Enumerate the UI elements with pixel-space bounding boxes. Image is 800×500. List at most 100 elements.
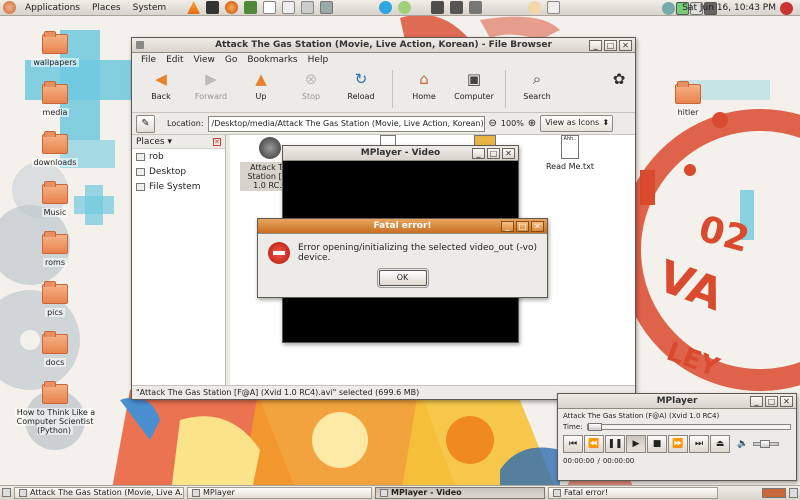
close-button[interactable]: ✕ <box>531 221 544 232</box>
system-monitor-launcher-icon[interactable] <box>244 1 258 14</box>
clock[interactable]: Sat Jun 16, 10:43 PM <box>682 0 776 16</box>
next-button[interactable]: ⏭ <box>689 435 709 453</box>
chat-launcher-icon[interactable] <box>398 1 412 14</box>
car-launcher-icon[interactable] <box>450 1 464 14</box>
menu-applications[interactable]: Applications <box>19 0 86 16</box>
file-item-readme[interactable]: Ahh.. Read Me.txt <box>540 135 600 171</box>
menu-bookmarks[interactable]: Bookmarks <box>242 55 302 65</box>
pause-button[interactable]: ❚❚ <box>605 435 625 453</box>
minimize-button[interactable]: _ <box>750 396 763 407</box>
home-button[interactable]: ⌂ Home <box>399 70 449 101</box>
desktop-icon-python-book[interactable]: How to Think Like a Computer Scientist (… <box>10 381 100 435</box>
menu-file[interactable]: File <box>136 55 161 65</box>
error-message: Error opening/initializing the selected … <box>298 243 537 263</box>
power-icon[interactable] <box>780 2 793 15</box>
maximize-button[interactable]: □ <box>604 40 617 51</box>
minimize-button[interactable]: _ <box>589 40 602 51</box>
maximize-button[interactable]: □ <box>487 148 500 159</box>
desktop-icon-downloads[interactable]: downloads <box>10 131 100 167</box>
menu-edit[interactable]: Edit <box>161 55 188 65</box>
close-sidebar-button[interactable]: ✕ <box>213 137 221 146</box>
seek-bar[interactable] <box>586 423 791 431</box>
firefox-launcher-icon[interactable] <box>225 1 239 14</box>
settings-launcher-icon[interactable] <box>320 1 334 14</box>
ubuntu-logo-icon[interactable] <box>3 1 16 14</box>
trash-launcher-icon[interactable] <box>547 1 561 14</box>
place-item-desktop[interactable]: Desktop <box>132 164 225 179</box>
vlc-launcher-icon[interactable] <box>187 1 201 14</box>
desktop-icon-pics[interactable]: pics <box>10 281 100 317</box>
place-item-file-system[interactable]: File System <box>132 179 225 194</box>
menu-view[interactable]: View <box>189 55 220 65</box>
toggle-location-edit-button[interactable]: ✎ <box>136 114 155 133</box>
maximize-button[interactable]: □ <box>765 396 778 407</box>
desktop-icon-hitler[interactable]: hitler <box>643 81 733 117</box>
fatal-error-titlebar[interactable]: Fatal error! _ □ ✕ <box>258 219 547 234</box>
play-button[interactable]: ▶ <box>626 435 646 453</box>
back-button[interactable]: ◀ Back <box>136 70 186 101</box>
desktop-icon-media[interactable]: media <box>10 81 100 117</box>
computer-button[interactable]: ▣ Computer <box>449 70 499 101</box>
location-input[interactable]: /Desktop/media/Attack The Gas Station (M… <box>207 115 485 132</box>
tray-app-icon[interactable] <box>662 2 675 15</box>
stop-button[interactable]: ■ <box>647 435 667 453</box>
menu-places[interactable]: Places <box>86 0 127 16</box>
pen-launcher-icon[interactable] <box>469 1 483 14</box>
menu-help[interactable]: Help <box>303 55 334 65</box>
show-desktop-icon[interactable] <box>2 488 11 497</box>
desktop-icon-music[interactable]: Music <box>10 181 100 217</box>
network-icon[interactable] <box>646 2 659 15</box>
time-readout: 00:00:00 / 00:00:00 <box>558 455 796 467</box>
terminal-launcher-icon[interactable] <box>206 1 220 14</box>
places-dropdown[interactable]: Places ▾ <box>136 137 172 147</box>
volume-slider[interactable] <box>753 440 780 448</box>
place-item-rob[interactable]: rob <box>132 149 225 164</box>
character-launcher-icon[interactable] <box>528 1 542 14</box>
close-button[interactable]: ✕ <box>780 396 793 407</box>
close-button[interactable]: ✕ <box>502 148 515 159</box>
maximize-button[interactable]: □ <box>516 221 529 232</box>
close-button[interactable]: ✕ <box>619 40 632 51</box>
stop-button[interactable]: ⊗ Stop <box>286 70 336 101</box>
zoom-in-icon[interactable]: ⊕ <box>528 118 536 129</box>
task-fatal-error[interactable]: Fatal error! <box>548 487 718 499</box>
zoom-level[interactable]: 100% <box>501 119 524 128</box>
mplayer-control-titlebar[interactable]: MPlayer _ □ ✕ <box>558 394 796 409</box>
rewind-button[interactable]: ⏪ <box>584 435 604 453</box>
search-button[interactable]: ⌕ Search <box>512 70 562 101</box>
music-player-launcher-icon[interactable] <box>282 1 296 14</box>
text-editor-launcher-icon[interactable] <box>263 1 277 14</box>
desktop-icon-wallpapers[interactable]: wallpapers <box>10 31 100 67</box>
desktop-icon-docs[interactable]: docs <box>10 331 100 367</box>
up-button[interactable]: ▲ Up <box>236 70 286 101</box>
volume-thumb[interactable] <box>760 440 771 448</box>
eject-button[interactable]: ⏏ <box>710 435 730 453</box>
reload-button[interactable]: ↻ Reload <box>336 70 386 101</box>
place-label: Desktop <box>149 166 187 177</box>
menu-system[interactable]: System <box>127 0 173 16</box>
stop-label: Stop <box>301 92 321 101</box>
fast-forward-button[interactable]: ⏩ <box>668 435 688 453</box>
task-file-browser[interactable]: Attack The Gas Station (Movie, Live A... <box>14 487 184 499</box>
file-browser-titlebar[interactable]: Attack The Gas Station (Movie, Live Acti… <box>132 38 635 53</box>
shield-launcher-icon[interactable] <box>431 1 445 14</box>
forward-button[interactable]: ▶ Forward <box>186 70 236 101</box>
skype-launcher-icon[interactable] <box>379 1 393 14</box>
menu-go[interactable]: Go <box>220 55 242 65</box>
workspace-switcher[interactable] <box>762 488 786 498</box>
zoom-out-icon[interactable]: ⊖ <box>489 118 497 129</box>
window-menu-icon[interactable] <box>136 41 144 49</box>
trash-icon[interactable] <box>789 488 798 498</box>
mplayer-video-titlebar[interactable]: MPlayer - Video _ □ ✕ <box>283 146 518 161</box>
calculator-launcher-icon[interactable] <box>301 1 315 14</box>
previous-button[interactable]: ⏮ <box>563 435 583 453</box>
ok-button[interactable]: OK <box>376 268 429 288</box>
seek-thumb[interactable] <box>587 423 602 431</box>
desktop-icon-label: How to Think Like a Computer Scientist (… <box>14 408 96 435</box>
view-as-select[interactable]: View as Icons <box>540 115 614 132</box>
minimize-button[interactable]: _ <box>501 221 514 232</box>
task-mplayer-video[interactable]: MPlayer - Video <box>375 487 545 499</box>
minimize-button[interactable]: _ <box>472 148 485 159</box>
desktop-icon-roms[interactable]: roms <box>10 231 100 267</box>
task-mplayer[interactable]: MPlayer <box>187 487 372 499</box>
